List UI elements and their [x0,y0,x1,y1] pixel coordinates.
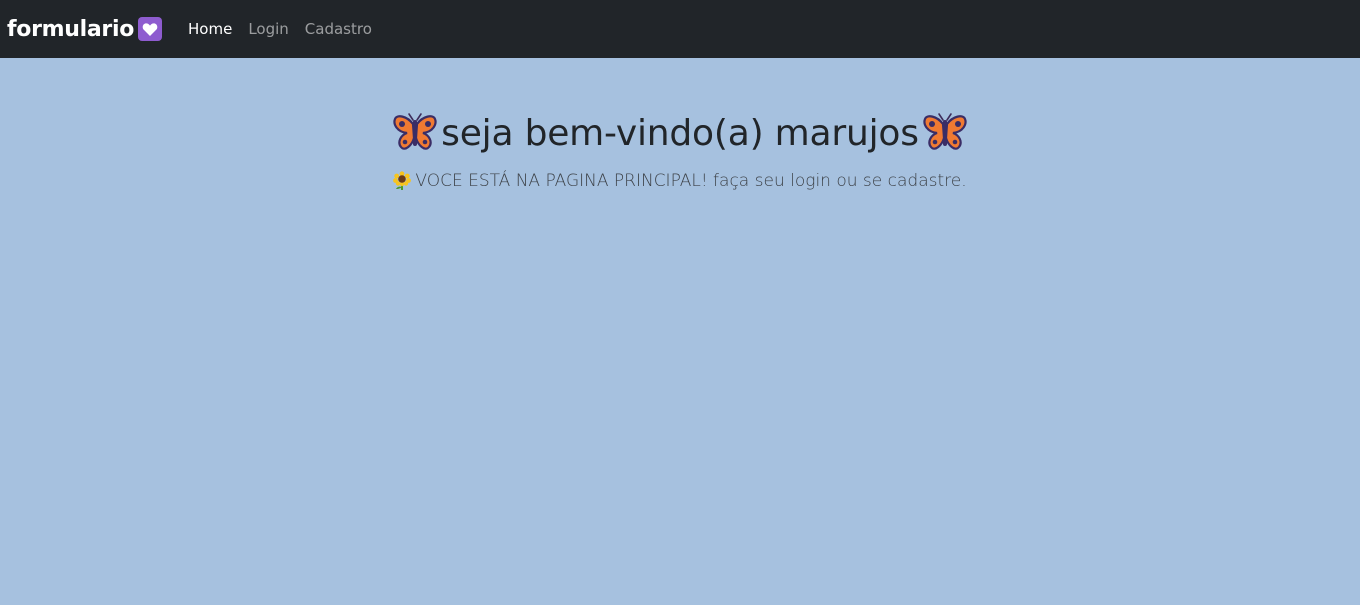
heart-icon [138,17,163,41]
page-subtitle: VOCE ESTÁ NA PAGINA PRINCIPAL! faça seu … [393,171,967,191]
subtitle-text: VOCE ESTÁ NA PAGINA PRINCIPAL! faça seu … [415,171,967,191]
page-title: seja bem-vindo(a) marujos [393,110,967,156]
main-content: seja bem-vindo(a) marujos VOCE ESTÁ NA P… [0,58,1360,208]
brand-name: formulario [7,16,135,42]
butterfly-icon [923,112,967,154]
butterfly-icon [393,112,437,154]
nav-link-home[interactable]: Home [188,20,232,38]
sunflower-icon [393,171,412,191]
brand-link[interactable]: formulario [7,16,163,42]
top-navbar: formulario Home Login Cadastro [0,0,1360,58]
nav-link-cadastro[interactable]: Cadastro [305,20,372,38]
title-text: seja bem-vindo(a) marujos [441,112,919,154]
nav-link-login[interactable]: Login [248,20,288,38]
nav-links: Home Login Cadastro [188,20,388,38]
